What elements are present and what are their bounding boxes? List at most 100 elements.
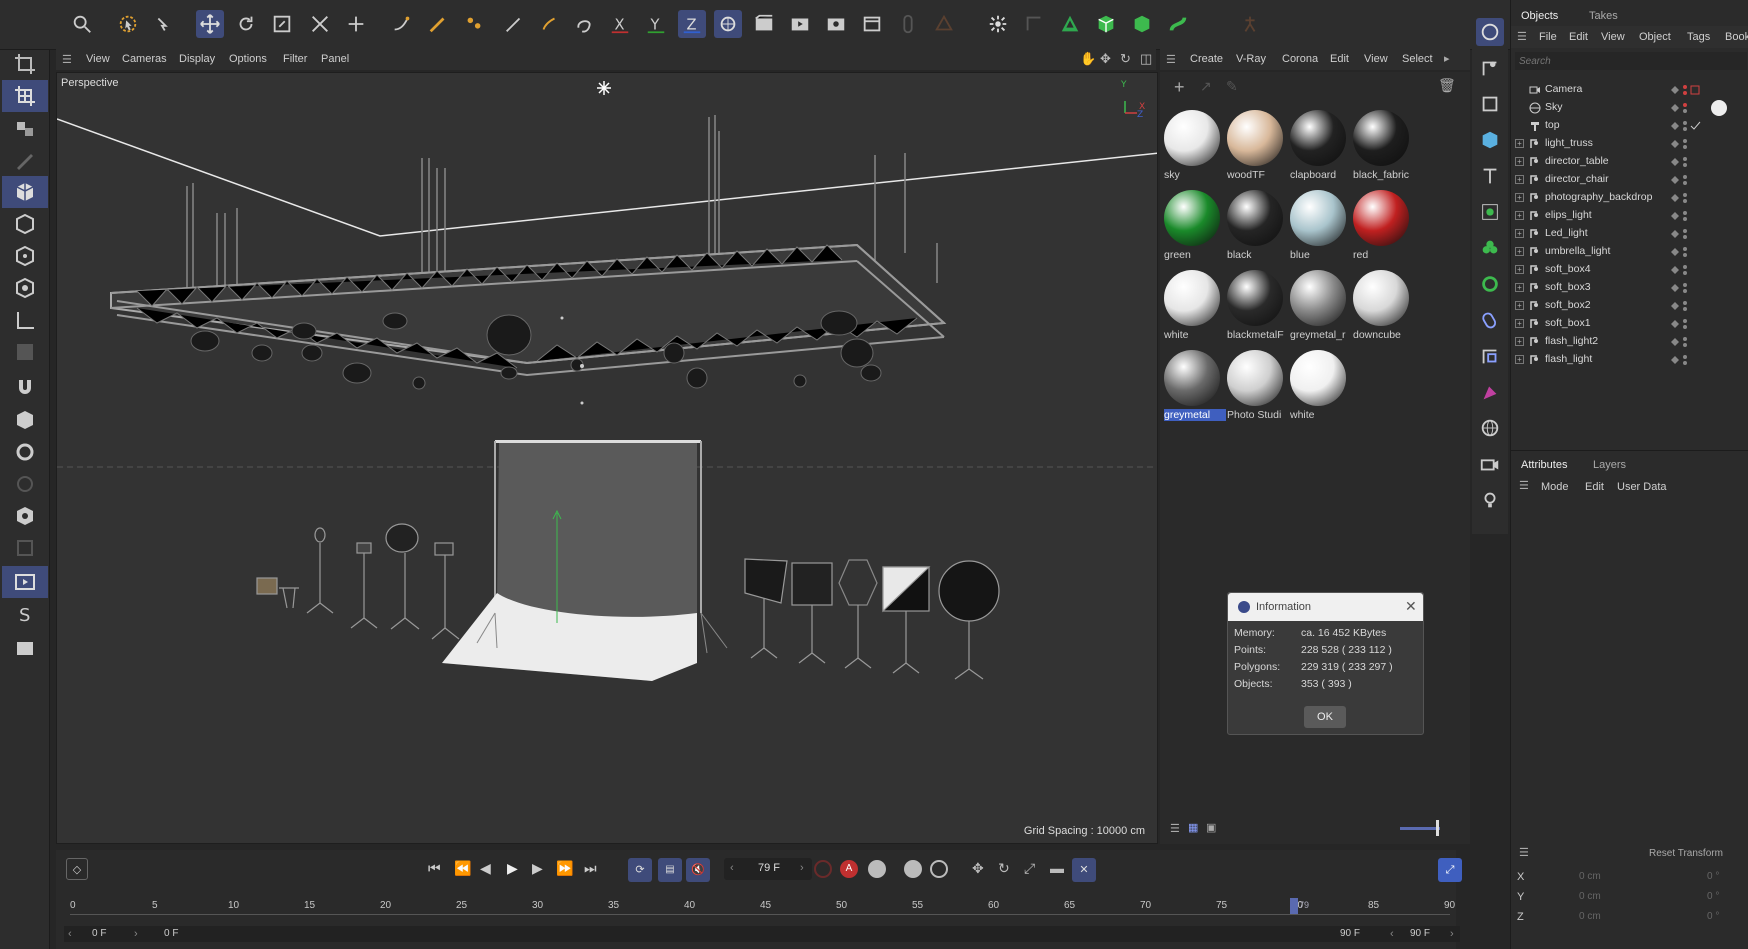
menu-create[interactable]: Create [1190, 53, 1223, 65]
start-frame-field[interactable]: 0 F [92, 928, 106, 939]
material-swatch[interactable]: black [1224, 188, 1286, 262]
green-cube-icon[interactable] [1092, 10, 1120, 38]
menu-panel[interactable]: Panel [321, 53, 349, 65]
play-icon[interactable]: ▶ [507, 860, 518, 877]
grid-view-icon[interactable]: ▦ [1188, 821, 1198, 834]
plus-icon[interactable]: + [1174, 77, 1185, 98]
visibility-dots[interactable] [1669, 354, 1709, 366]
material-swatch[interactable]: Photo Studi [1224, 348, 1286, 422]
more-arrow-icon[interactable]: ▸ [1444, 52, 1450, 65]
object-mode-icon[interactable] [2, 272, 48, 304]
perspective-viewport[interactable]: Perspective Y X Z Grid Spacing: 10000 c… [56, 72, 1158, 844]
keyframe-icon[interactable]: ◇ [66, 858, 88, 880]
key-position-icon[interactable] [904, 860, 922, 878]
cube-icon[interactable] [1476, 126, 1504, 154]
edge-mode-icon[interactable] [2, 208, 48, 240]
grid-crop-icon[interactable] [2, 80, 48, 112]
material-swatch-selected[interactable]: greymetal [1161, 348, 1226, 422]
rotation-x-field[interactable]: 0 ° [1707, 871, 1719, 882]
zoom-slider-handle[interactable] [1436, 820, 1439, 836]
expand-icon[interactable]: + [1515, 139, 1524, 148]
visibility-dots[interactable] [1669, 84, 1709, 96]
hamburger-icon[interactable]: ☰ [1166, 53, 1176, 66]
ok-button[interactable]: OK [1304, 706, 1346, 728]
render-view-icon[interactable] [2, 566, 48, 598]
hamburger-icon[interactable]: ☰ [1517, 30, 1527, 43]
deformer-object-icon[interactable] [1476, 306, 1504, 334]
polygon-mode-icon[interactable] [2, 176, 48, 208]
frame-icon[interactable] [2, 532, 48, 564]
menu-user-data[interactable]: User Data [1617, 481, 1667, 493]
position-x-field[interactable]: 0 cm [1579, 871, 1601, 882]
menu-cameras[interactable]: Cameras [122, 53, 167, 65]
material-swatch[interactable]: red [1350, 188, 1412, 262]
render-view-button-icon[interactable] [786, 10, 814, 38]
object-row-camera[interactable]: Camera [1511, 80, 1748, 100]
menu-display[interactable]: Display [179, 53, 215, 65]
material-swatch[interactable]: clapboard [1287, 108, 1349, 182]
search-icon[interactable] [68, 10, 96, 38]
position-y-field[interactable]: 0 cm [1579, 891, 1601, 902]
menu-view[interactable]: View [86, 53, 110, 65]
render-region-icon[interactable] [750, 10, 778, 38]
spline-icon[interactable] [1476, 54, 1504, 82]
target-icon[interactable] [2, 468, 48, 500]
key-param-icon[interactable]: ▬ [1050, 860, 1064, 876]
end-frame-field[interactable]: 90 F [1410, 928, 1430, 939]
expand-icon[interactable]: + [1515, 319, 1524, 328]
tab-attributes[interactable]: Attributes [1521, 459, 1567, 471]
current-frame-field[interactable]: ‹ 79 F › [724, 858, 812, 880]
expand-icon[interactable]: + [1515, 283, 1524, 292]
object-row[interactable]: + elips_light [1511, 206, 1748, 226]
visibility-dots[interactable] [1669, 120, 1709, 132]
menu-view[interactable]: View [1601, 31, 1625, 43]
visibility-dots[interactable] [1669, 318, 1709, 330]
hamburger-icon[interactable]: ☰ [1519, 846, 1529, 859]
material-swatch[interactable]: black_fabric [1350, 108, 1412, 182]
visibility-dots[interactable] [1669, 228, 1709, 240]
bend-icon[interactable] [1476, 378, 1504, 406]
timeline-graph-icon[interactable]: ⤢ [1438, 858, 1462, 882]
visibility-dots[interactable] [1669, 192, 1709, 204]
zoom-slider-track[interactable] [1400, 827, 1440, 830]
visibility-dots[interactable] [1669, 156, 1709, 168]
rotation-y-field[interactable]: 0 ° [1707, 891, 1719, 902]
hamburger-icon[interactable]: ☰ [62, 53, 72, 66]
timeline-ruler[interactable]: 0 5 10 15 20 25 30 35 40 45 50 55 60 65 … [70, 898, 1520, 922]
pyramid-icon[interactable] [1056, 10, 1084, 38]
material-swatch[interactable]: blackmetalF [1224, 268, 1286, 342]
material-swatch[interactable]: white [1161, 268, 1223, 342]
large-view-icon[interactable]: ▣ [1206, 821, 1216, 834]
pencil-icon[interactable]: ✎ [1226, 78, 1238, 95]
menu-edit[interactable]: Edit [1569, 31, 1588, 43]
range-start-increment-icon[interactable]: › [134, 928, 138, 940]
min-frame-field[interactable]: 0 F [164, 928, 178, 939]
menu-file[interactable]: File [1539, 31, 1557, 43]
range-end-decrement-icon[interactable]: ‹ [1390, 928, 1394, 940]
menu-object[interactable]: Object [1639, 31, 1671, 43]
camera-icon[interactable] [1476, 450, 1504, 478]
pan-icon[interactable]: ✋ [1080, 51, 1096, 67]
expand-icon[interactable]: + [1515, 229, 1524, 238]
coordinate-icon[interactable] [342, 10, 370, 38]
expand-icon[interactable]: + [1515, 265, 1524, 274]
max-frame-field[interactable]: 90 F [1340, 928, 1360, 939]
deformer-icon[interactable] [894, 10, 922, 38]
menu-edit[interactable]: Edit [1330, 53, 1349, 65]
menu-corona[interactable]: Corona [1282, 53, 1318, 65]
camera-target-icon[interactable] [1020, 10, 1048, 38]
hamburger-icon[interactable]: ☰ [1519, 479, 1529, 492]
point-mode-icon[interactable] [2, 240, 48, 272]
prev-frame-icon[interactable]: ◀ [480, 860, 491, 877]
menu-filter[interactable]: Filter [283, 53, 307, 65]
menu-mode[interactable]: Mode [1541, 481, 1569, 493]
rotate-view-icon[interactable]: ↻ [1120, 51, 1131, 67]
expand-icon[interactable]: + [1515, 157, 1524, 166]
material-swatch[interactable]: woodTF [1224, 108, 1286, 182]
rotation-z-field[interactable]: 0 ° [1707, 911, 1719, 922]
visibility-dots[interactable] [1669, 336, 1709, 348]
close-icon[interactable]: ✕ [1405, 598, 1417, 615]
hex-icon[interactable] [2, 500, 48, 532]
menu-view[interactable]: View [1364, 53, 1388, 65]
cubes-icon[interactable] [2, 112, 48, 144]
